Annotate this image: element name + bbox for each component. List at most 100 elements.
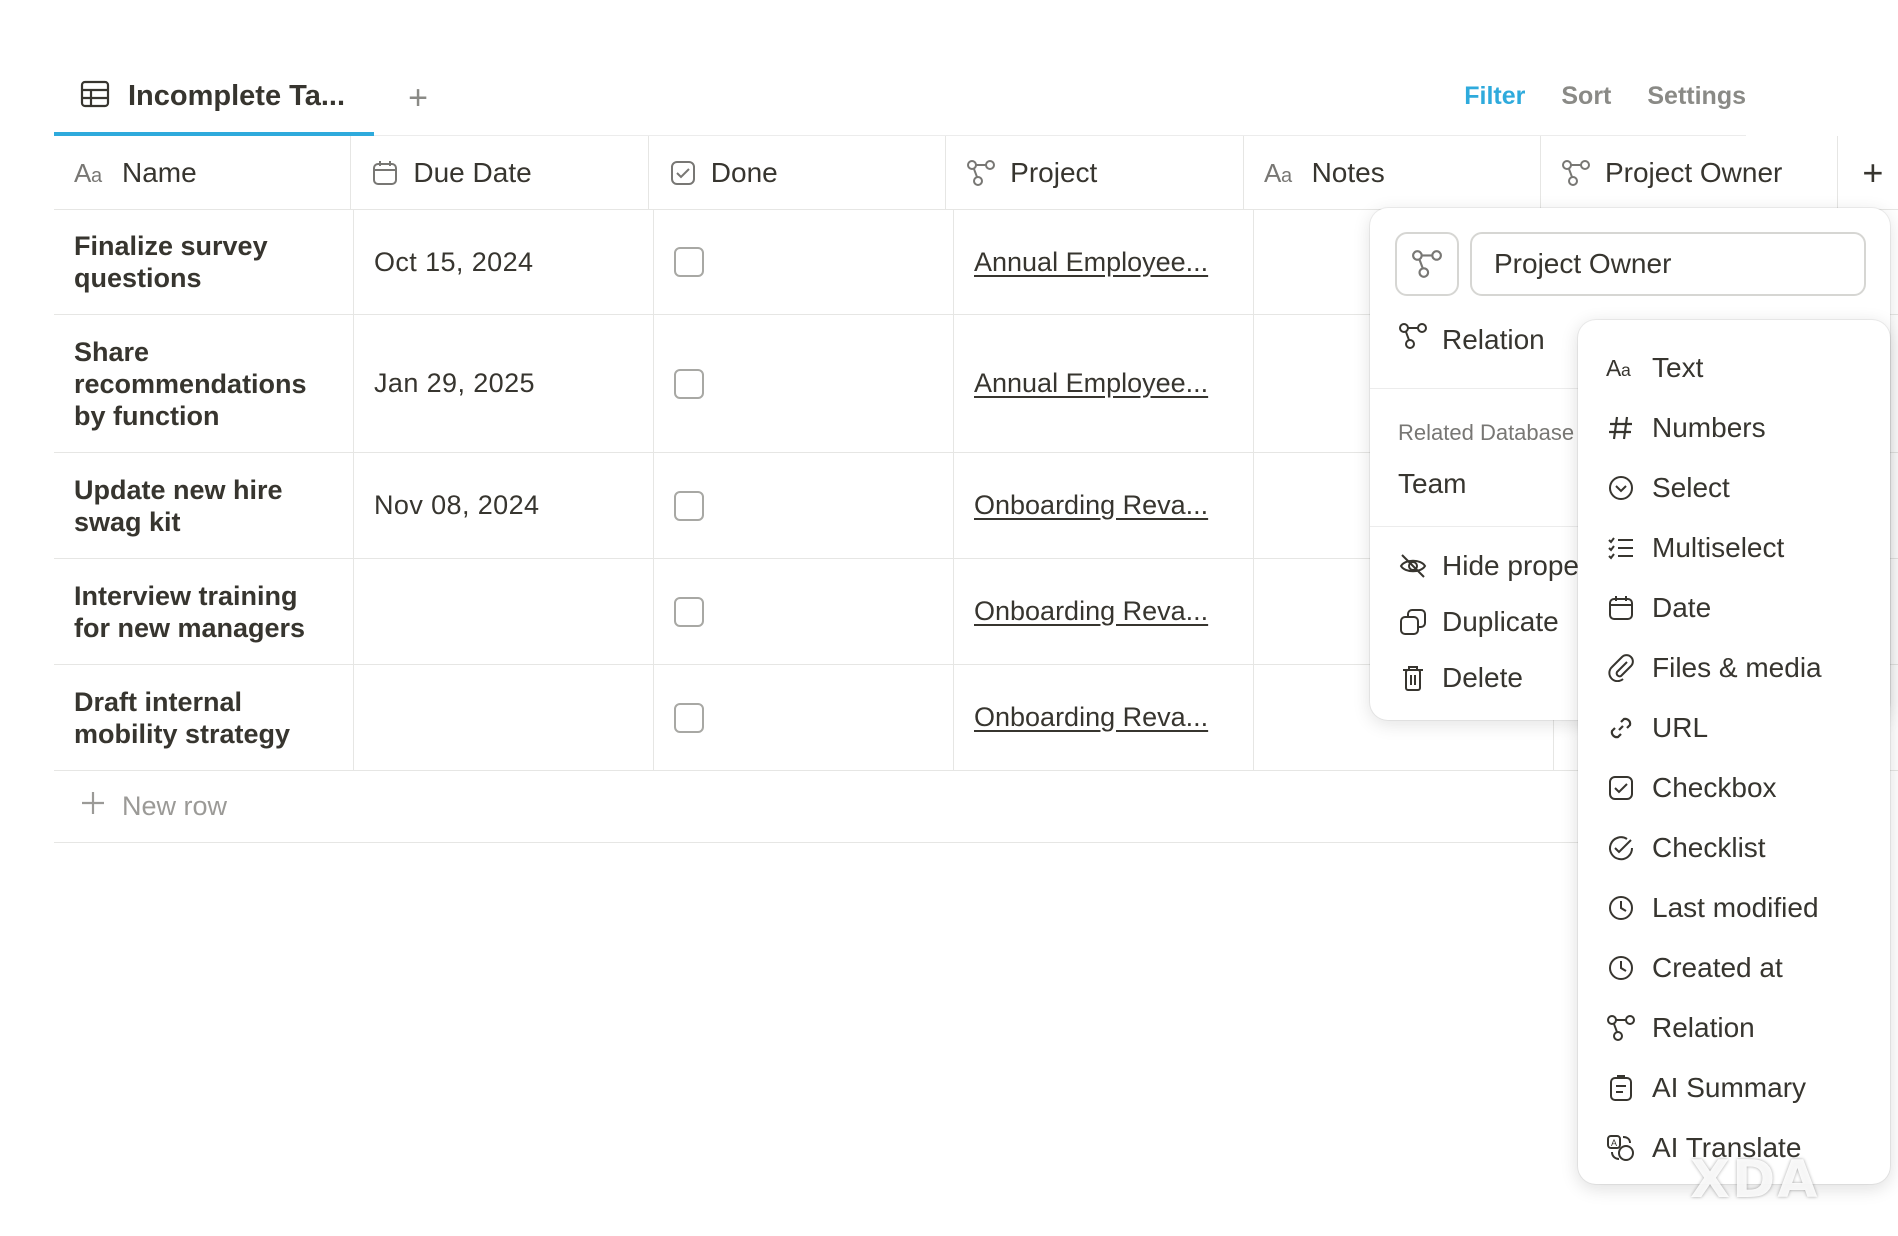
calendar-icon: [1606, 593, 1636, 623]
add-view-button[interactable]: +: [394, 74, 442, 122]
table-icon: [80, 80, 110, 113]
svg-text:A: A: [1606, 355, 1622, 381]
new-row-button[interactable]: New row: [54, 771, 1746, 843]
cell-name[interactable]: Update new hire swag kit: [54, 453, 354, 558]
ai-summary-icon: [1606, 1073, 1636, 1103]
eye-off-icon: [1398, 552, 1428, 580]
cell-project: Annual Employee...: [954, 315, 1254, 452]
done-checkbox[interactable]: [674, 490, 704, 521]
type-option-files-media[interactable]: Files & media: [1578, 638, 1890, 698]
xda-watermark-logo: XDA: [1690, 1150, 1820, 1210]
ai-translate-icon: A: [1606, 1133, 1636, 1163]
property-name-input[interactable]: [1470, 232, 1866, 296]
add-column-button[interactable]: +: [1838, 136, 1898, 209]
cell-due-date[interactable]: Oct 15, 2024: [354, 210, 654, 314]
cell-name[interactable]: Interview training for new managers: [54, 559, 354, 664]
done-checkbox[interactable]: [674, 596, 704, 627]
checkbox-icon: [669, 159, 697, 187]
trash-icon: [1398, 664, 1428, 692]
table-header: Aa Name Due Date Done Project Aa Notes P…: [54, 136, 1898, 210]
hash-icon: [1606, 413, 1636, 443]
type-option-text[interactable]: Aa Text: [1578, 338, 1890, 398]
cell-name[interactable]: Draft internal mobility strategy: [54, 665, 354, 770]
cell-done: [654, 559, 954, 664]
text-icon: Aa: [1264, 160, 1298, 186]
duplicate-icon: [1398, 608, 1428, 636]
duplicate-property-button[interactable]: Duplicate: [1398, 606, 1559, 638]
svg-text:A: A: [1611, 1138, 1617, 1148]
text-icon: Aa: [74, 160, 108, 186]
column-header-due-date[interactable]: Due Date: [351, 136, 649, 209]
property-type-selector[interactable]: Relation: [1398, 322, 1545, 357]
done-checkbox[interactable]: [674, 247, 704, 277]
column-header-project[interactable]: Project: [946, 136, 1244, 209]
cell-done: [654, 665, 954, 770]
project-link[interactable]: Onboarding Reva...: [974, 490, 1208, 521]
filter-button[interactable]: Filter: [1464, 82, 1525, 111]
type-option-checklist[interactable]: Checklist: [1578, 818, 1890, 878]
svg-text:a: a: [1621, 360, 1631, 380]
type-option-checkbox[interactable]: Checkbox: [1578, 758, 1890, 818]
svg-text:A: A: [1264, 160, 1282, 186]
relation-icon: [1398, 322, 1428, 357]
link-icon: [1606, 713, 1636, 743]
svg-text:A: A: [74, 160, 92, 186]
delete-property-button[interactable]: Delete: [1398, 662, 1523, 694]
column-header-done[interactable]: Done: [649, 136, 947, 209]
cell-due-date[interactable]: Jan 29, 2025: [354, 315, 654, 452]
project-link[interactable]: Annual Employee...: [974, 247, 1208, 278]
calendar-icon: [371, 159, 399, 187]
related-database-value[interactable]: Team: [1398, 468, 1466, 500]
list-icon: [1606, 533, 1636, 563]
cell-due-date[interactable]: [354, 559, 654, 664]
type-option-url[interactable]: URL: [1578, 698, 1890, 758]
view-toolbar: Incomplete Ta... + Filter Sort Settings: [54, 60, 1746, 136]
sort-button[interactable]: Sort: [1561, 82, 1611, 111]
paperclip-icon: [1606, 653, 1636, 683]
type-option-numbers[interactable]: Numbers: [1578, 398, 1890, 458]
type-option-date[interactable]: Date: [1578, 578, 1890, 638]
type-option-select[interactable]: Select: [1578, 458, 1890, 518]
project-link[interactable]: Onboarding Reva...: [974, 702, 1208, 733]
cell-due-date[interactable]: Nov 08, 2024: [354, 453, 654, 558]
property-icon-button[interactable]: [1395, 232, 1459, 296]
cell-done: [654, 453, 954, 558]
type-option-last-modified[interactable]: Last modified: [1578, 878, 1890, 938]
cell-done: [654, 315, 954, 452]
done-checkbox[interactable]: [674, 702, 704, 733]
check-circle-icon: [1606, 833, 1636, 863]
clock-icon: [1606, 893, 1636, 923]
done-checkbox[interactable]: [674, 368, 704, 399]
type-option-ai-summary[interactable]: AI Summary: [1578, 1058, 1890, 1118]
checkbox-icon: [1606, 773, 1636, 803]
type-option-created-at[interactable]: Created at: [1578, 938, 1890, 998]
related-database-label: Related Database: [1398, 420, 1575, 445]
column-header-name[interactable]: Aa Name: [54, 136, 352, 209]
svg-text:a: a: [1281, 165, 1293, 186]
settings-button[interactable]: Settings: [1647, 82, 1746, 111]
relation-icon: [1606, 1013, 1636, 1043]
property-type-menu: Aa Text Numbers Select Multiselect Date …: [1578, 320, 1890, 1184]
plus-icon: [80, 790, 106, 823]
cell-project: Onboarding Reva...: [954, 665, 1254, 770]
svg-text:a: a: [91, 165, 103, 186]
project-link[interactable]: Annual Employee...: [974, 368, 1208, 399]
column-header-notes[interactable]: Aa Notes: [1244, 136, 1541, 209]
cell-done: [654, 210, 954, 314]
view-tab-incomplete-tasks[interactable]: Incomplete Ta...: [54, 60, 374, 136]
column-header-project-owner[interactable]: Project Owner: [1541, 136, 1839, 209]
project-link[interactable]: Onboarding Reva...: [974, 596, 1208, 627]
text-icon: Aa: [1606, 353, 1636, 383]
cell-project: Onboarding Reva...: [954, 559, 1254, 664]
type-option-relation[interactable]: Relation: [1578, 998, 1890, 1058]
cell-project: Annual Employee...: [954, 210, 1254, 314]
relation-icon: [1561, 159, 1591, 187]
cell-due-date[interactable]: [354, 665, 654, 770]
clock-icon: [1606, 953, 1636, 983]
type-option-multiselect[interactable]: Multiselect: [1578, 518, 1890, 578]
view-tab-label: Incomplete Ta...: [128, 79, 346, 112]
cell-name[interactable]: Finalize survey questions: [54, 210, 354, 314]
cell-project: Onboarding Reva...: [954, 453, 1254, 558]
relation-icon: [966, 159, 996, 187]
cell-name[interactable]: Share recommendations by function: [54, 315, 354, 452]
